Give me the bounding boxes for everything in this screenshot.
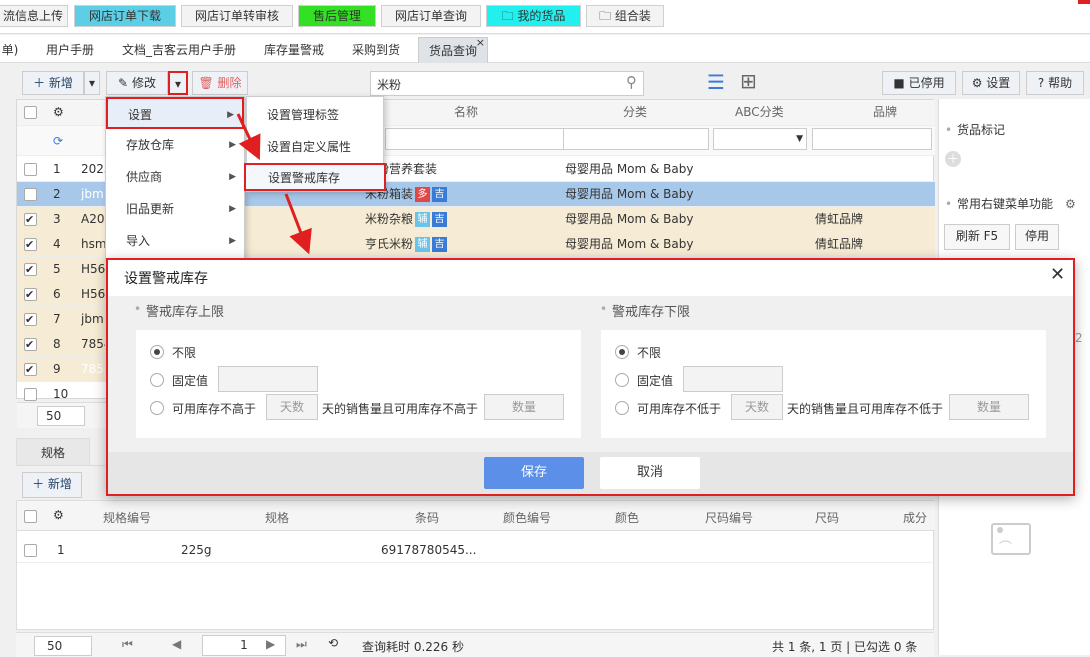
upper-limit-panel: 不限 固定值 可用库存不高于 天数 天的销售量且可用库存不高于 数量 xyxy=(136,330,581,438)
upper-unlimited-label: 不限 xyxy=(172,346,197,360)
upper-unlimited-radio[interactable] xyxy=(150,345,164,359)
lower-days-radio[interactable] xyxy=(615,401,629,415)
lower-unlimited-label: 不限 xyxy=(637,346,662,360)
upper-days-suffix: 天的销售量且可用库存不高于 xyxy=(322,402,479,416)
upper-days-label: 可用库存不高于 xyxy=(172,402,257,416)
dialog-footer: 保存 取消 xyxy=(108,452,1073,494)
arrow-1 xyxy=(236,113,261,161)
dialog-title: 设置警戒库存 xyxy=(124,271,208,287)
lower-limit-title: 警戒库存下限 xyxy=(612,305,691,320)
upper-qty-input[interactable]: 数量 xyxy=(484,394,564,420)
upper-days-radio[interactable] xyxy=(150,401,164,415)
arrow-2 xyxy=(284,193,312,255)
upper-fixed-radio[interactable] xyxy=(150,373,164,387)
upper-fixed-label: 固定值 xyxy=(172,374,209,388)
lower-unlimited-radio[interactable] xyxy=(615,345,629,359)
lower-fixed-radio[interactable] xyxy=(615,373,629,387)
close-icon[interactable]: ✕ xyxy=(1050,264,1065,285)
lower-qty-input[interactable]: 数量 xyxy=(949,394,1029,420)
lower-days-label: 可用库存不低于 xyxy=(637,402,722,416)
stock-alert-dialog: 设置警戒库存 ✕ • 警戒库存上限 不限 固定值 可用库存不高于 天数 天的销售… xyxy=(106,258,1075,496)
bullet-icon: • xyxy=(134,302,142,316)
lower-fixed-input[interactable] xyxy=(683,366,783,392)
upper-limit-title: 警戒库存上限 xyxy=(146,305,225,320)
lower-limit-panel: 不限 固定值 可用库存不低于 天数 天的销售量且可用库存不低于 数量 xyxy=(601,330,1046,438)
cancel-button[interactable]: 取消 xyxy=(600,457,700,489)
save-button[interactable]: 保存 xyxy=(484,457,584,489)
upper-days-input[interactable]: 天数 xyxy=(266,394,318,420)
lower-days-suffix: 天的销售量且可用库存不低于 xyxy=(787,402,944,416)
dialog-body: • 警戒库存上限 不限 固定值 可用库存不高于 天数 天的销售量且可用库存不高于… xyxy=(108,296,1073,452)
lower-fixed-label: 固定值 xyxy=(637,374,674,388)
bullet-icon: • xyxy=(600,302,608,316)
upper-fixed-input[interactable] xyxy=(218,366,318,392)
lower-days-input[interactable]: 天数 xyxy=(731,394,783,420)
